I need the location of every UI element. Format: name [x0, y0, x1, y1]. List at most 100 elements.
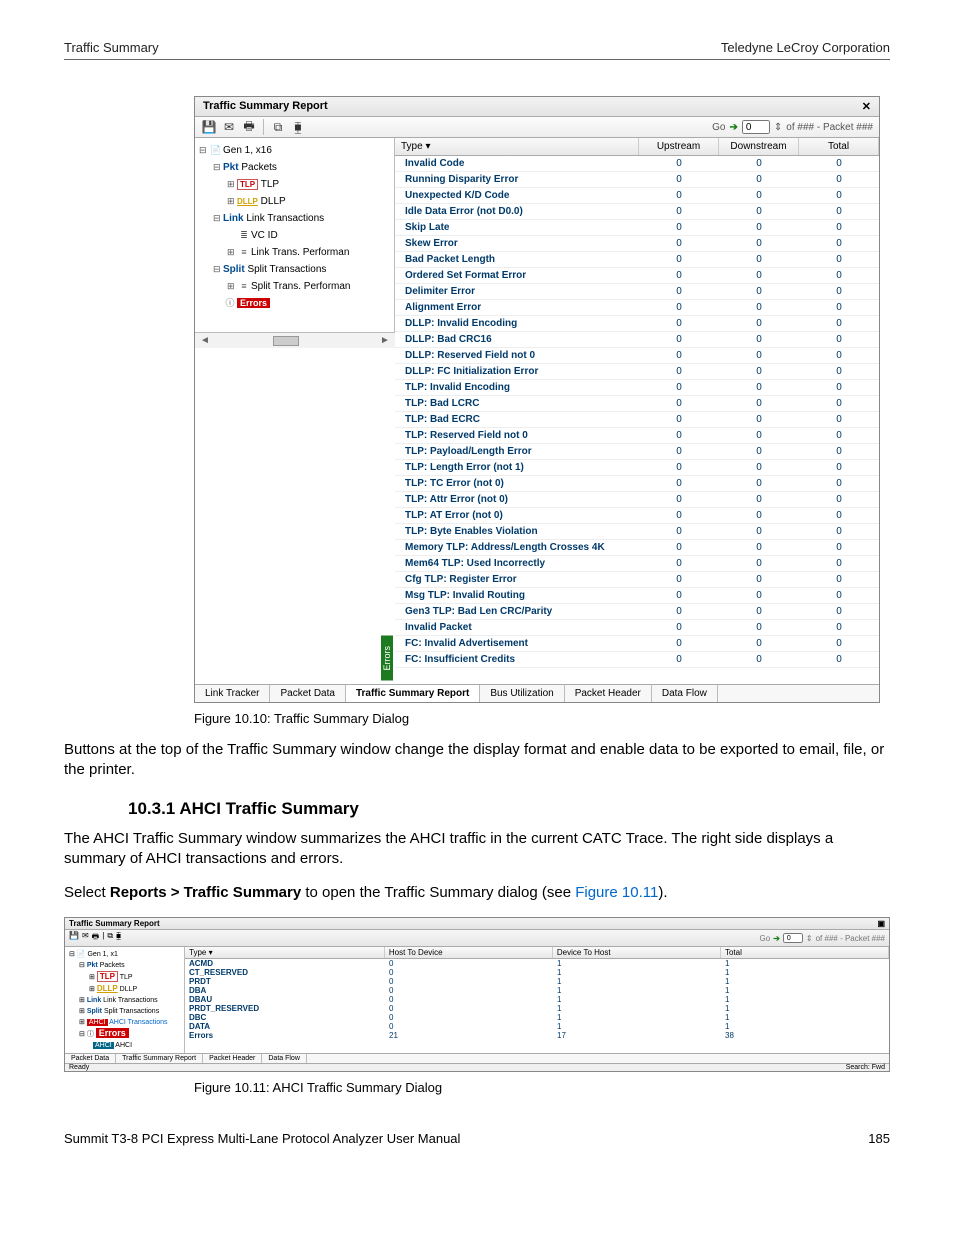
- view-tab[interactable]: Data Flow: [652, 685, 718, 702]
- view-tab[interactable]: Bus Utilization: [480, 685, 564, 702]
- navigation-tree[interactable]: ⊟📄Gen 1, x16 ⊟Pkt Packets ⊞TLP TLP ⊞DLLP…: [195, 138, 395, 332]
- tree-tlp[interactable]: TLP: [261, 179, 279, 190]
- table-row[interactable]: Errors211738: [185, 1031, 889, 1040]
- ahci-sort-icon[interactable]: ▾: [209, 948, 213, 957]
- tree-packets[interactable]: Packets: [241, 162, 277, 173]
- table-row[interactable]: Msg TLP: Invalid Routing000: [395, 588, 879, 604]
- table-row[interactable]: Unexpected K/D Code000: [395, 188, 879, 204]
- save-icon[interactable]: 💾: [201, 119, 217, 135]
- table-row[interactable]: DBAU011: [185, 995, 889, 1004]
- table-row[interactable]: Ordered Set Format Error000: [395, 268, 879, 284]
- table-row[interactable]: Idle Data Error (not D0.0)000: [395, 204, 879, 220]
- view-tab[interactable]: Packet Header: [203, 1054, 262, 1063]
- table-row[interactable]: Invalid Packet000: [395, 620, 879, 636]
- ahci-close-icon[interactable]: ▣: [877, 919, 885, 928]
- stepper-icon[interactable]: ⇕: [774, 122, 782, 133]
- view-tab[interactable]: Packet Header: [565, 685, 652, 702]
- ahci-tree[interactable]: ⊟ 📄 Gen 1, x1 ⊟ Pkt Packets ⊞ TLP TLP ⊞ …: [65, 947, 185, 1053]
- tree-split[interactable]: Split Transactions: [247, 264, 326, 275]
- table-row[interactable]: Running Disparity Error000: [395, 172, 879, 188]
- ahci-go-arrow-icon[interactable]: ➔: [773, 934, 780, 943]
- view-tab[interactable]: Link Tracker: [195, 685, 270, 702]
- ahci-col-d2h[interactable]: Device To Host: [553, 947, 721, 958]
- tree-root[interactable]: Gen 1, x16: [223, 145, 272, 156]
- table-row[interactable]: Invalid Code000: [395, 156, 879, 172]
- ahci-save-icon[interactable]: 💾: [69, 931, 79, 945]
- table-row[interactable]: Delimiter Error000: [395, 284, 879, 300]
- table-row[interactable]: Gen3 TLP: Bad Len CRC/Parity000: [395, 604, 879, 620]
- table-row[interactable]: Mem64 TLP: Used Incorrectly000: [395, 556, 879, 572]
- table-row[interactable]: DLLP: FC Initialization Error000: [395, 364, 879, 380]
- col-type-header[interactable]: Type: [401, 141, 423, 152]
- table-row[interactable]: TLP: Bad ECRC000: [395, 412, 879, 428]
- table-row[interactable]: TLP: Attr Error (not 0)000: [395, 492, 879, 508]
- go-index-input[interactable]: [742, 120, 770, 134]
- scroll-right-icon[interactable]: ►: [379, 335, 391, 346]
- ahci-go-input[interactable]: [783, 933, 803, 943]
- table-row[interactable]: DLLP: Bad CRC16000: [395, 332, 879, 348]
- ahci-tree-dllp[interactable]: DLLP: [120, 986, 138, 993]
- table-row[interactable]: CT_RESERVED011: [185, 968, 889, 977]
- table-row[interactable]: TLP: Reserved Field not 0000: [395, 428, 879, 444]
- ahci-tree-split[interactable]: Split Transactions: [104, 1008, 159, 1015]
- scroll-left-icon[interactable]: ◄: [199, 335, 211, 346]
- table-row[interactable]: Bad Packet Length000: [395, 252, 879, 268]
- col-upstream-header[interactable]: Upstream: [639, 138, 719, 155]
- tree-linkperf[interactable]: Link Trans. Performan: [251, 247, 349, 258]
- view-tab[interactable]: Packet Data: [65, 1054, 116, 1063]
- tree-hscrollbar[interactable]: ◄ ►: [195, 332, 395, 348]
- table-row[interactable]: Cfg TLP: Register Error000: [395, 572, 879, 588]
- tree-dllp[interactable]: DLLP: [261, 196, 286, 207]
- ahci-tree-link[interactable]: Link Transactions: [103, 997, 157, 1004]
- ahci-tree-packets[interactable]: Packets: [100, 962, 125, 969]
- ahci-stepper-icon[interactable]: ⇕: [806, 934, 813, 943]
- table-row[interactable]: DBC011: [185, 1013, 889, 1022]
- ahci-col-type[interactable]: Type: [189, 948, 206, 957]
- table-row[interactable]: DATA011: [185, 1022, 889, 1031]
- ahci-tree-tlp[interactable]: TLP: [120, 974, 133, 981]
- table-row[interactable]: TLP: Bad LCRC000: [395, 396, 879, 412]
- email-icon[interactable]: ✉: [221, 119, 237, 135]
- options-icon[interactable]: ⧯: [290, 119, 306, 135]
- table-row[interactable]: TLP: Invalid Encoding000: [395, 380, 879, 396]
- tree-vcid[interactable]: VC ID: [251, 230, 278, 241]
- table-row[interactable]: DBA011: [185, 986, 889, 995]
- ahci-tree-ahci[interactable]: AHCI: [115, 1042, 132, 1049]
- col-downstream-header[interactable]: Downstream: [719, 138, 799, 155]
- table-row[interactable]: DLLP: Invalid Encoding000: [395, 316, 879, 332]
- tree-errors[interactable]: Errors: [237, 298, 270, 308]
- scroll-thumb[interactable]: [273, 336, 299, 346]
- tree-linktrans[interactable]: Link Transactions: [246, 213, 324, 224]
- view-tab[interactable]: Traffic Summary Report: [346, 685, 480, 702]
- ahci-tree-errors[interactable]: Errors: [96, 1028, 129, 1038]
- view-tab[interactable]: Packet Data: [270, 685, 345, 702]
- table-row[interactable]: DLLP: Reserved Field not 0000: [395, 348, 879, 364]
- ahci-copy-icon[interactable]: ⧉: [107, 931, 113, 945]
- table-row[interactable]: Skip Late000: [395, 220, 879, 236]
- errors-side-tab[interactable]: Errors: [381, 636, 393, 681]
- table-row[interactable]: Memory TLP: Address/Length Crosses 4K000: [395, 540, 879, 556]
- ahci-tree-root[interactable]: Gen 1, x1: [87, 951, 117, 958]
- go-arrow-icon[interactable]: ➔: [729, 122, 737, 133]
- ahci-col-h2d[interactable]: Host To Device: [385, 947, 553, 958]
- sort-icon[interactable]: ▾: [425, 141, 430, 152]
- figure-link[interactable]: Figure 10.11: [575, 884, 658, 901]
- tree-splitperf[interactable]: Split Trans. Performan: [251, 281, 350, 292]
- table-row[interactable]: FC: Insufficient Credits000: [395, 652, 879, 668]
- ahci-email-icon[interactable]: ✉: [82, 931, 89, 945]
- view-tab[interactable]: Data Flow: [262, 1054, 307, 1063]
- table-row[interactable]: Alignment Error000: [395, 300, 879, 316]
- table-row[interactable]: Skew Error000: [395, 236, 879, 252]
- table-row[interactable]: ACMD011: [185, 959, 889, 968]
- ahci-options-icon[interactable]: ⧯: [116, 931, 121, 945]
- close-icon[interactable]: ✕: [862, 100, 871, 113]
- col-total-header[interactable]: Total: [799, 138, 879, 155]
- table-row[interactable]: TLP: AT Error (not 0)000: [395, 508, 879, 524]
- print-icon[interactable]: 🖶: [241, 119, 257, 135]
- table-row[interactable]: FC: Invalid Advertisement000: [395, 636, 879, 652]
- ahci-col-total[interactable]: Total: [721, 947, 889, 958]
- ahci-print-icon[interactable]: 🖶: [92, 931, 100, 945]
- table-row[interactable]: PRDT_RESERVED011: [185, 1004, 889, 1013]
- table-row[interactable]: TLP: TC Error (not 0)000: [395, 476, 879, 492]
- ahci-tree-ahcitrans[interactable]: AHCI Transactions: [109, 1019, 167, 1026]
